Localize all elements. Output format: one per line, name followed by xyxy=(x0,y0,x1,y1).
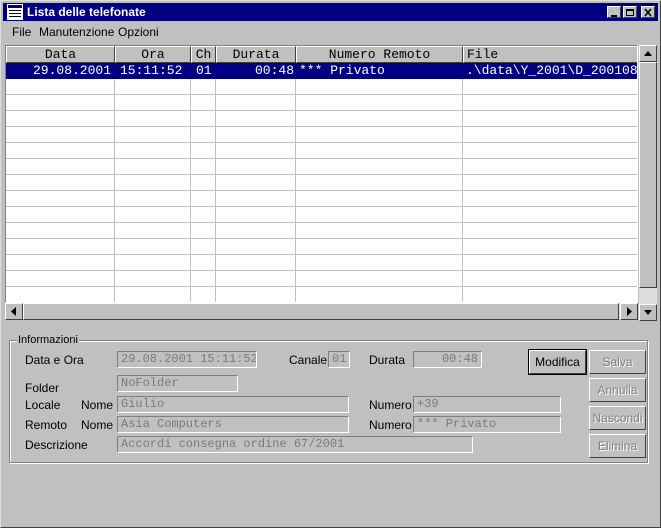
grid-line xyxy=(6,254,637,255)
arrow-left-icon xyxy=(11,307,16,316)
window-title: Lista delle telefonate xyxy=(27,5,146,19)
descrizione-field[interactable]: Accordi consegna ordine 67/2001 xyxy=(117,436,473,453)
menu-manutenzione[interactable]: Manutenzione xyxy=(39,25,114,39)
durata-label: Durata xyxy=(369,353,406,367)
scroll-left-button[interactable] xyxy=(5,303,23,320)
arrow-down-icon xyxy=(644,310,652,315)
menu-bar: File Manutenzione Opzioni xyxy=(3,23,658,41)
horizontal-scrollbar[interactable] xyxy=(5,303,638,320)
grid-line xyxy=(295,63,296,302)
menu-opzioni[interactable]: Opzioni xyxy=(118,25,159,39)
canale-field[interactable]: 01 xyxy=(328,351,350,368)
annulla-button[interactable]: Annulla xyxy=(589,378,646,402)
remoto-nome-field[interactable]: Asia Computers xyxy=(117,416,349,433)
descrizione-label: Descrizione xyxy=(25,438,88,452)
nascondi-button[interactable]: Nascondi xyxy=(589,406,646,430)
calls-table[interactable]: Data Ora Ch Durata Numero Remoto File 29… xyxy=(5,45,638,303)
arrow-up-icon xyxy=(644,51,652,56)
column-header-ch[interactable]: Ch xyxy=(191,46,216,63)
folder-field[interactable]: NoFolder xyxy=(117,375,238,392)
locale-numero-label: Numero xyxy=(369,398,412,412)
minimize-button[interactable] xyxy=(607,6,621,18)
grid-line xyxy=(6,270,637,271)
remoto-label: Remoto xyxy=(25,418,68,432)
salva-button[interactable]: Salva xyxy=(589,350,646,374)
column-header-numero-remoto[interactable]: Numero Remoto xyxy=(296,46,463,63)
grid-line xyxy=(6,174,637,175)
locale-label: Locale xyxy=(25,398,61,412)
grid-line xyxy=(462,63,463,302)
elimina-button[interactable]: Elimina xyxy=(589,434,646,458)
title-bar: Lista delle telefonate xyxy=(3,3,658,21)
grid-line xyxy=(6,222,637,223)
menu-file[interactable]: File xyxy=(12,25,31,39)
remoto-nome-label: Nome xyxy=(81,418,114,432)
column-header-file[interactable]: File xyxy=(463,46,637,63)
grid-line xyxy=(114,63,115,302)
cell-data: 29.08.2001 xyxy=(32,63,111,78)
grid-line xyxy=(6,190,637,191)
grid-line xyxy=(6,206,637,207)
cell-file: .\data\Y_2001\D_20010829 xyxy=(466,63,638,78)
scroll-down-button[interactable] xyxy=(639,304,657,321)
grid-line xyxy=(6,238,637,239)
grid-line xyxy=(6,142,637,143)
cell-durata: 00:48 xyxy=(254,63,294,78)
minimize-icon xyxy=(611,15,617,17)
grid-line xyxy=(6,94,637,95)
locale-numero-field[interactable]: +39 xyxy=(413,396,561,413)
locale-nome-label: Nome xyxy=(81,398,114,412)
grid-line xyxy=(190,63,191,302)
locale-nome-field[interactable]: Giulio xyxy=(117,396,349,413)
canale-label: Canale xyxy=(289,353,328,367)
close-icon xyxy=(644,8,652,17)
durata-field[interactable]: 00:48 xyxy=(413,351,482,368)
cell-ora: 15:11:52 xyxy=(120,63,183,78)
data-ora-label: Data e Ora xyxy=(25,353,84,367)
table-row-selected[interactable]: 29.08.2001 15:11:52 01 00:48 *** Privato… xyxy=(6,63,637,79)
grid-line xyxy=(6,158,637,159)
cell-ch: 01 xyxy=(196,63,212,78)
cell-numero-remoto: *** Privato xyxy=(299,63,385,78)
scroll-thumb[interactable] xyxy=(639,62,657,288)
remoto-numero-field[interactable]: *** Privato xyxy=(413,416,561,433)
grid-line xyxy=(6,110,637,111)
info-group-label: Informazioni xyxy=(17,334,79,346)
arrow-right-icon xyxy=(627,307,632,316)
scroll-right-button[interactable] xyxy=(620,303,638,320)
maximize-button[interactable] xyxy=(623,6,637,18)
app-icon[interactable] xyxy=(7,4,23,20)
data-ora-field[interactable]: 29.08.2001 15:11:52 xyxy=(117,351,257,368)
grid-line xyxy=(215,63,216,302)
grid-line xyxy=(6,286,637,287)
remoto-numero-label: Numero xyxy=(369,418,412,432)
close-button[interactable] xyxy=(641,6,655,18)
column-header-durata[interactable]: Durata xyxy=(216,46,296,63)
hscroll-thumb[interactable] xyxy=(23,303,619,320)
maximize-icon xyxy=(626,9,634,16)
scroll-up-button[interactable] xyxy=(639,45,657,62)
grid-line xyxy=(6,126,637,127)
modifica-button[interactable]: Modifica xyxy=(528,349,587,375)
folder-label: Folder xyxy=(25,381,60,395)
column-header-data[interactable]: Data xyxy=(6,46,115,63)
vertical-scrollbar[interactable] xyxy=(639,45,657,321)
main-window: Lista delle telefonate File Manutenzione… xyxy=(0,0,661,528)
column-header-ora[interactable]: Ora xyxy=(115,46,191,63)
